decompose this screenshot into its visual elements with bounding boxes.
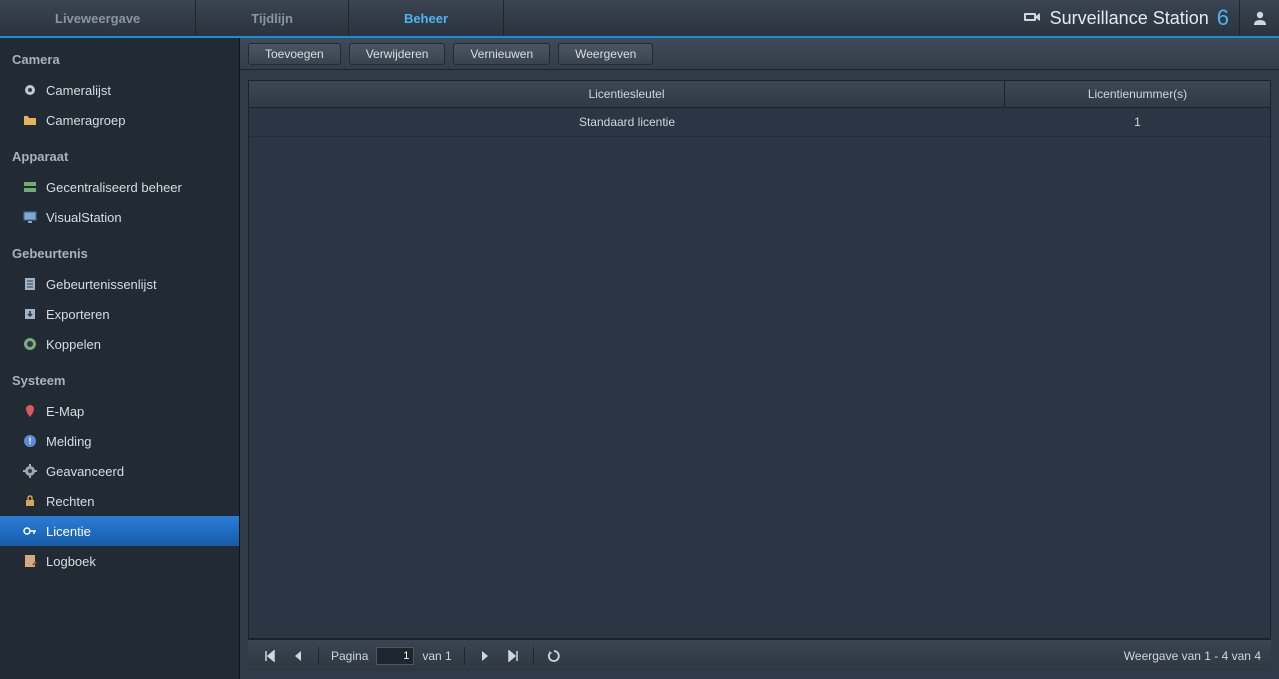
display-info: Weergave van 1 - 4 van 4 [1124, 649, 1261, 663]
surveillance-icon [1022, 8, 1042, 28]
folder-icon [22, 112, 38, 128]
log-icon [22, 553, 38, 569]
pin-icon [22, 403, 38, 419]
tab-label: Tijdlijn [251, 11, 293, 26]
first-page-button[interactable] [258, 645, 282, 667]
sidebar-section-title: Apparaat [0, 135, 239, 172]
sidebar-item-visualstation[interactable]: VisualStation [0, 202, 239, 232]
tab-tijdlijn[interactable]: Tijdlijn [196, 0, 349, 36]
pager: Pagina van 1 Weergave van 1 - 4 van 4 [248, 639, 1271, 671]
sidebar-item-geavanceerd[interactable]: Geavanceerd [0, 456, 239, 486]
last-page-button[interactable] [501, 645, 525, 667]
main: Camera Cameralijst Cameragroep Apparaat Gece… [0, 38, 1279, 679]
cell-license-key: Standaard licentie [249, 108, 1005, 136]
monitor-icon [22, 209, 38, 225]
export-icon [22, 306, 38, 322]
sidebar-item-licentie[interactable]: Licentie [0, 516, 239, 546]
sidebar-item-label: Koppelen [46, 337, 101, 352]
sidebar-item-cameralijst[interactable]: Cameralijst [0, 75, 239, 105]
verwijderen-button[interactable]: Verwijderen [349, 43, 446, 65]
topbar: Liveweergave Tijdlijn Beheer Surveillance … [0, 0, 1279, 38]
list-icon [22, 276, 38, 292]
sidebar-item-label: VisualStation [46, 210, 122, 225]
gear-icon [22, 463, 38, 479]
sidebar-item-label: E-Map [46, 404, 84, 419]
toevoegen-button[interactable]: Toevoegen [248, 43, 341, 65]
sidebar-item-label: Geavanceerd [46, 464, 124, 479]
user-menu-button[interactable] [1239, 0, 1279, 36]
sidebar-item-rechten[interactable]: Rechten [0, 486, 239, 516]
sidebar: Camera Cameralijst Cameragroep Apparaat Gece… [0, 38, 240, 679]
alert-icon: ! [22, 433, 38, 449]
separator [464, 647, 465, 665]
sidebar-item-label: Exporteren [46, 307, 110, 322]
table-row[interactable]: Standaard licentie1 [249, 108, 1270, 137]
toolbar: Toevoegen Verwijderen Vernieuwen Weergeven [240, 38, 1279, 70]
tab-liveweergave[interactable]: Liveweergave [0, 0, 196, 36]
sidebar-item-label: Gecentraliseerd beheer [46, 180, 182, 195]
next-page-button[interactable] [473, 645, 497, 667]
sidebar-section-title: Gebeurtenis [0, 232, 239, 269]
brand-version: 6 [1217, 5, 1229, 31]
sidebar-item-cameragroep[interactable]: Cameragroep [0, 105, 239, 135]
separator [318, 647, 319, 665]
content: ToevoegenVerwijderenVernieuwenWeergeven … [240, 38, 1279, 679]
page-label: Pagina [331, 649, 368, 663]
tab-beheer[interactable]: Beheer [349, 0, 504, 36]
sidebar-item-label: Cameralijst [46, 83, 111, 98]
sidebar-item-koppelen[interactable]: Koppelen [0, 329, 239, 359]
refresh-button[interactable] [542, 645, 566, 667]
sidebar-item-e-map[interactable]: E-Map [0, 396, 239, 426]
brand: Surveillance Station 6 [1022, 0, 1239, 36]
sidebar-item-gecentraliseerd-beheer[interactable]: Gecentraliseerd beheer [0, 172, 239, 202]
tab-label: Liveweergave [55, 11, 140, 26]
sidebar-item-exporteren[interactable]: Exporteren [0, 299, 239, 329]
page-of-label: van 1 [422, 649, 451, 663]
separator [533, 647, 534, 665]
tab-label: Beheer [404, 11, 448, 26]
user-icon [1251, 9, 1269, 27]
sidebar-item-label: Logboek [46, 554, 96, 569]
page-input[interactable] [376, 647, 414, 665]
key-icon [22, 523, 38, 539]
column-header-number[interactable]: Licentienummer(s) [1005, 81, 1270, 107]
server-icon [22, 179, 38, 195]
column-header-key[interactable]: Licentiesleutel [249, 81, 1005, 107]
sidebar-item-label: Melding [46, 434, 92, 449]
link-icon [22, 336, 38, 352]
weergeven-button[interactable]: Weergeven [558, 43, 653, 65]
sidebar-item-label: Gebeurtenissenlijst [46, 277, 157, 292]
sidebar-item-label: Cameragroep [46, 113, 126, 128]
svg-text:!: ! [29, 436, 32, 446]
sidebar-item-label: Rechten [46, 494, 94, 509]
vernieuwen-button[interactable]: Vernieuwen [453, 43, 550, 65]
camera-icon [22, 82, 38, 98]
sidebar-section-title: Camera [0, 38, 239, 75]
sidebar-item-gebeurtenissenlijst[interactable]: Gebeurtenissenlijst [0, 269, 239, 299]
grid-header: Licentiesleutel Licentienummer(s) [249, 81, 1270, 108]
sidebar-section-title: Systeem [0, 359, 239, 396]
brand-text: Surveillance Station [1050, 8, 1209, 29]
license-grid: Licentiesleutel Licentienummer(s) Standa… [248, 80, 1271, 639]
grid-body: Standaard licentie1 [249, 108, 1270, 638]
sidebar-item-melding[interactable]: ! Melding [0, 426, 239, 456]
topbar-tabs: Liveweergave Tijdlijn Beheer [0, 0, 504, 36]
cell-license-number: 1 [1005, 108, 1270, 136]
prev-page-button[interactable] [286, 645, 310, 667]
lock-icon [22, 493, 38, 509]
sidebar-item-logboek[interactable]: Logboek [0, 546, 239, 576]
sidebar-item-label: Licentie [46, 524, 91, 539]
